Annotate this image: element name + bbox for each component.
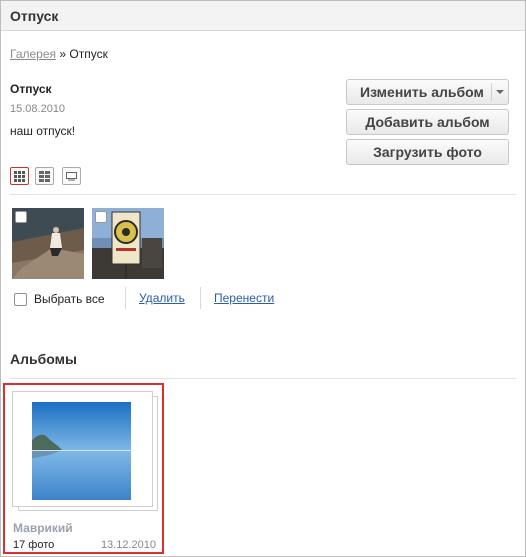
album-cover-image[interactable] [32,402,131,500]
album-name: Отпуск [10,82,52,96]
view-list-button[interactable] [62,167,81,185]
gallery-panel: Отпуск Галерея » Отпуск Отпуск 15.08.201… [0,0,526,557]
divider [10,378,516,379]
album-title[interactable]: Маврикий [13,521,73,535]
bulk-actions: Выбрать все [14,289,105,309]
grid-large-icon [14,170,25,182]
photo-thumbnail[interactable] [92,208,164,279]
photo-thumbnail[interactable] [12,208,84,279]
grid-small-icon [39,170,50,182]
button-split-divider [491,83,492,101]
action-separator [125,287,126,309]
album-photo-count: 17 фото [13,539,55,551]
album-date: 13.12.2010 [100,539,156,551]
album-description: наш отпуск! [10,124,76,138]
breadcrumb: Галерея » Отпуск [10,47,108,61]
select-all-label[interactable]: Выбрать все [34,292,105,306]
photo-checkbox[interactable] [95,211,107,223]
page-title: Отпуск [10,8,59,24]
select-all-checkbox[interactable] [14,292,27,306]
add-album-button[interactable]: Добавить альбом [346,109,509,135]
breadcrumb-separator: » [59,47,67,61]
panel-header: Отпуск [1,1,525,31]
album-card[interactable]: Маврикий 17 фото 13.12.2010 [3,383,164,554]
dropdown-caret-icon[interactable] [496,90,504,94]
delete-link[interactable]: Удалить [139,291,185,305]
view-grid-small-button[interactable] [35,167,54,185]
edit-album-button[interactable]: Изменить альбом [346,79,509,105]
edit-album-label: Изменить альбом [360,84,484,100]
divider [10,194,516,195]
action-separator [200,287,201,309]
breadcrumb-gallery-link[interactable]: Галерея [10,47,56,61]
albums-section-title: Альбомы [10,351,77,367]
photo-checkbox[interactable] [15,211,27,223]
album-cover-photo [32,402,131,500]
view-grid-large-button[interactable] [10,167,29,185]
breadcrumb-current: Отпуск [69,47,108,61]
album-date: 15.08.2010 [10,103,66,115]
move-link[interactable]: Перенести [214,291,274,305]
upload-photo-button[interactable]: Загрузить фото [346,139,509,165]
list-icon [66,172,77,181]
